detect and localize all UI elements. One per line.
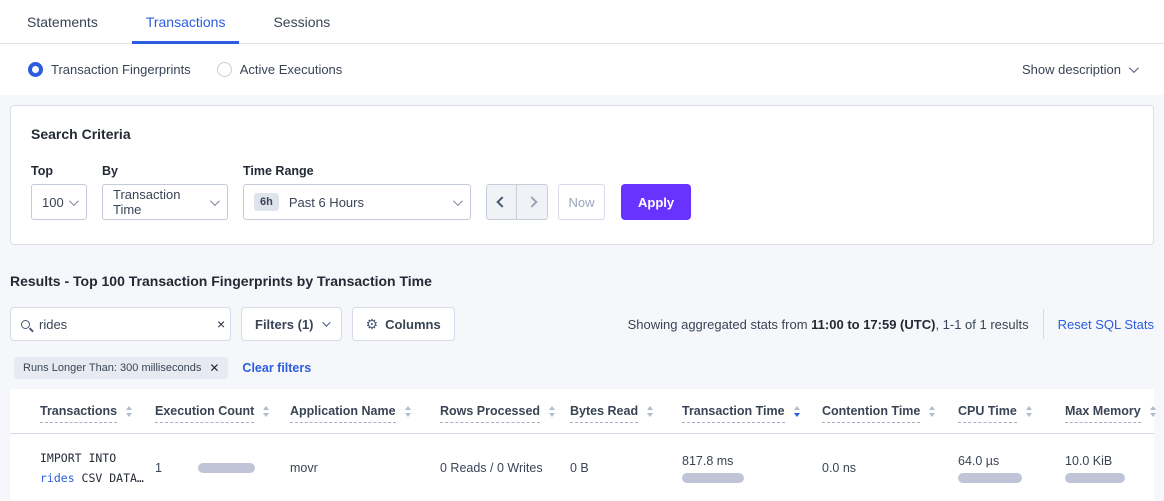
filter-pill-label: Runs Longer Than: 300 milliseconds <box>23 362 201 374</box>
cpu-time-cell: 64.0 µs <box>958 454 1065 483</box>
tab-statements[interactable]: Statements <box>13 0 112 43</box>
divider <box>1043 309 1044 339</box>
search-input[interactable] <box>39 317 215 332</box>
aggregated-stats-note: Showing aggregated stats from 11:00 to 1… <box>628 317 1029 332</box>
sort-icon[interactable] <box>126 406 132 417</box>
transaction-time-value: 817.8 ms <box>682 454 822 468</box>
apply-button[interactable]: Apply <box>621 184 691 220</box>
cpu-time-bar <box>958 473 1022 483</box>
max-memory-value: 10.0 KiB <box>1065 454 1154 468</box>
columns-button[interactable]: ⚙ Columns <box>352 307 455 341</box>
sort-icon[interactable] <box>549 406 555 417</box>
execution-count-value: 1 <box>155 461 162 475</box>
search-criteria-card: Search Criteria Top 100 By Transaction T… <box>10 105 1154 245</box>
filters-button[interactable]: Filters (1) <box>241 307 342 341</box>
time-range-prev-button[interactable] <box>486 184 517 220</box>
chevron-down-icon <box>210 196 220 206</box>
results-heading: Results - Top 100 Transaction Fingerprin… <box>10 273 1154 289</box>
time-range-label: Time Range <box>243 164 471 178</box>
cpu-time-value: 64.0 µs <box>958 454 1065 468</box>
radio-unselected-icon <box>217 62 232 77</box>
col-execution-count[interactable]: Execution Count <box>155 404 254 423</box>
by-select[interactable]: Transaction Time <box>102 184 228 220</box>
execution-count-cell: 1 <box>155 461 290 475</box>
clear-filters-link[interactable]: Clear filters <box>242 361 311 375</box>
sort-icon[interactable] <box>647 406 653 417</box>
by-value: Transaction Time <box>113 187 210 217</box>
col-transaction-time[interactable]: Transaction Time <box>682 404 785 423</box>
time-range-field: Time Range 6h Past 6 Hours <box>243 164 471 220</box>
rows-processed-value: 0 Reads / 0 Writes <box>440 461 543 475</box>
top-value: 100 <box>42 195 64 210</box>
col-max-memory[interactable]: Max Memory <box>1065 404 1141 423</box>
top-label: Top <box>31 164 87 178</box>
sort-icon-active-desc[interactable] <box>794 406 800 417</box>
transactions-table: Transactions Execution Count Application… <box>10 389 1154 501</box>
results-toolbar: × Filters (1) ⚙ Columns Showing aggregat… <box>10 307 1154 341</box>
show-description-label: Show description <box>1022 62 1121 77</box>
transaction-fingerprint[interactable]: IMPORT INTO rides CSV DATA… <box>40 448 155 488</box>
radio-selected-icon <box>28 62 43 77</box>
col-contention-time[interactable]: Contention Time <box>822 404 920 423</box>
by-label: By <box>102 164 228 178</box>
page-tabs: Statements Transactions Sessions <box>0 0 1164 44</box>
by-field: By Transaction Time <box>102 164 228 220</box>
reset-sql-stats-link[interactable]: Reset SQL Stats <box>1058 317 1154 332</box>
results-table-card: Transactions Execution Count Application… <box>10 389 1154 501</box>
time-range-next-button[interactable] <box>517 184 548 220</box>
sort-icon[interactable] <box>929 406 935 417</box>
sort-icon[interactable] <box>1026 406 1032 417</box>
chevron-left-icon <box>496 196 507 207</box>
contention-time-value: 0.0 ns <box>822 461 856 475</box>
radio-label: Transaction Fingerprints <box>51 62 191 77</box>
execution-count-bar <box>198 463 255 473</box>
col-cpu-time[interactable]: CPU Time <box>958 404 1017 423</box>
remove-filter-icon[interactable]: ✕ <box>209 362 219 374</box>
transaction-link[interactable]: rides <box>40 471 75 485</box>
table-header-row: Transactions Execution Count Application… <box>10 389 1154 434</box>
now-button[interactable]: Now <box>558 184 605 220</box>
search-icon <box>21 320 30 329</box>
time-range-arrows <box>486 184 548 220</box>
top-select[interactable]: 100 <box>31 184 87 220</box>
chevron-down-icon <box>69 196 79 206</box>
radio-active-executions[interactable]: Active Executions <box>217 62 343 77</box>
radio-label: Active Executions <box>240 62 343 77</box>
filter-pill: Runs Longer Than: 300 milliseconds ✕ <box>14 357 228 379</box>
chevron-down-icon <box>322 318 330 326</box>
time-range-select[interactable]: 6h Past 6 Hours <box>243 184 471 220</box>
gear-icon: ⚙ <box>366 316 379 333</box>
col-application-name[interactable]: Application Name <box>290 404 396 423</box>
chevron-down-icon <box>453 196 463 206</box>
sort-icon[interactable] <box>405 406 411 417</box>
transaction-time-cell: 817.8 ms <box>682 454 822 483</box>
search-criteria-title: Search Criteria <box>31 126 1133 142</box>
tab-sessions[interactable]: Sessions <box>259 0 344 43</box>
max-memory-cell: 10.0 KiB <box>1065 454 1154 483</box>
show-description-toggle[interactable]: Show description <box>1022 62 1136 77</box>
columns-button-label: Columns <box>385 317 441 332</box>
radio-transaction-fingerprints[interactable]: Transaction Fingerprints <box>28 62 191 77</box>
chevron-right-icon <box>526 196 537 207</box>
time-range-value: Past 6 Hours <box>289 195 364 210</box>
tab-transactions[interactable]: Transactions <box>132 0 240 43</box>
time-range-badge: 6h <box>254 193 279 211</box>
col-transactions[interactable]: Transactions <box>40 404 117 423</box>
chevron-down-icon <box>1129 63 1139 73</box>
max-memory-bar <box>1065 473 1125 483</box>
sort-icon[interactable] <box>263 406 269 417</box>
col-rows-processed[interactable]: Rows Processed <box>440 404 540 423</box>
filter-pill-row: Runs Longer Than: 300 milliseconds ✕ Cle… <box>14 357 1154 379</box>
application-name-value: movr <box>290 461 318 475</box>
transaction-time-bar <box>682 473 744 483</box>
bytes-read-value: 0 B <box>570 461 589 475</box>
view-toggle-bar: Transaction Fingerprints Active Executio… <box>0 44 1164 95</box>
sort-icon[interactable] <box>1150 406 1156 417</box>
top-field: Top 100 <box>31 164 87 220</box>
results-search-box[interactable]: × <box>10 307 231 341</box>
filters-button-label: Filters (1) <box>255 317 314 332</box>
col-bytes-read[interactable]: Bytes Read <box>570 404 638 423</box>
table-row: IMPORT INTO rides CSV DATA… 1 movr 0 Rea… <box>10 434 1154 501</box>
clear-search-icon[interactable]: × <box>215 317 227 331</box>
